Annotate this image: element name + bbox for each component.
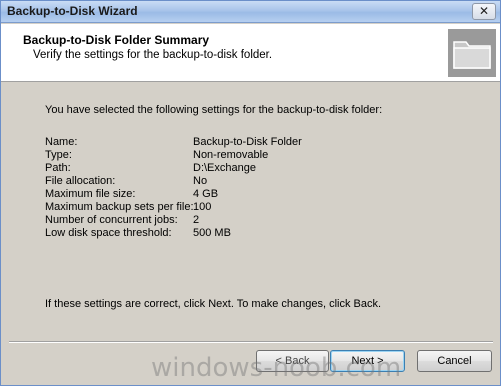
title-bar: Backup-to-Disk Wizard ✕ [1, 1, 500, 23]
setting-value: 2 [193, 214, 200, 226]
summary-intro: You have selected the following settings… [45, 104, 383, 116]
setting-label: Maximum file size: [45, 188, 136, 200]
setting-label: Maximum backup sets per file: [45, 201, 194, 213]
window-title: Backup-to-Disk Wizard [7, 4, 138, 18]
setting-label: Number of concurrent jobs: [45, 214, 178, 226]
setting-value: 500 MB [193, 227, 231, 239]
setting-label: File allocation: [45, 175, 116, 187]
cancel-button[interactable]: Cancel [417, 350, 492, 372]
watermark: windows-noob.com [151, 353, 402, 383]
setting-value: 100 [193, 201, 212, 213]
folder-icon [448, 29, 496, 77]
button-separator [9, 341, 493, 343]
setting-value: Backup-to-Disk Folder [193, 136, 302, 148]
setting-value: 4 GB [193, 188, 219, 200]
setting-label: Path: [45, 162, 71, 174]
setting-value: D:\Exchange [193, 162, 256, 174]
setting-label: Type: [45, 149, 72, 161]
close-button[interactable]: ✕ [472, 3, 496, 20]
setting-value: No [193, 175, 208, 187]
setting-label: Name: [45, 136, 78, 148]
wizard-window: Backup-to-Disk Wizard ✕ Backup-to-Disk F… [0, 0, 501, 386]
summary-footer-note: If these settings are correct, click Nex… [45, 298, 382, 310]
wizard-header: Backup-to-Disk Folder Summary Verify the… [1, 24, 500, 82]
close-icon: ✕ [478, 4, 490, 18]
page-subtitle: Verify the settings for the backup-to-di… [33, 49, 273, 61]
summary-content: You have selected the following settings… [1, 83, 500, 345]
page-title: Backup-to-Disk Folder Summary [23, 33, 210, 47]
setting-value: Non-removable [193, 149, 269, 161]
setting-label: Low disk space threshold: [45, 227, 172, 239]
